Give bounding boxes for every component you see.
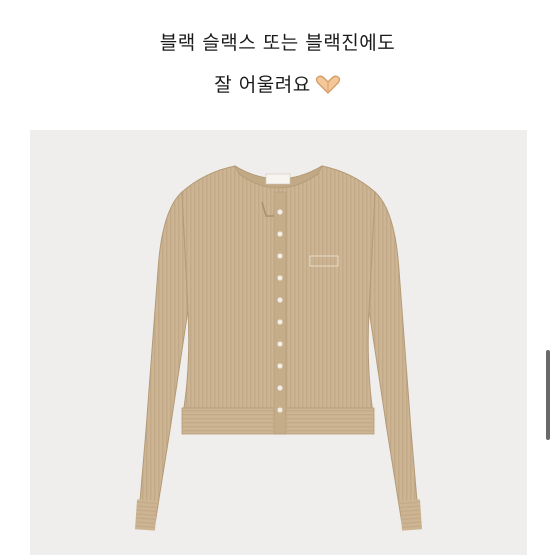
caption-line-2-text: 잘 어울려요 — [214, 74, 311, 96]
caption-line-1: 블랙 슬랙스 또는 블랙진에도 — [159, 32, 396, 54]
vertical-scrollbar[interactable] — [546, 350, 550, 440]
product-photo[interactable] — [30, 130, 527, 555]
cardigan-illustration — [134, 164, 423, 531]
heart-hands-icon — [315, 74, 341, 99]
right-cuff — [399, 499, 423, 531]
left-cuff — [134, 499, 158, 531]
right-sleeve — [368, 190, 420, 531]
caption-line-2: 잘 어울려요 — [0, 70, 555, 99]
placket — [273, 191, 287, 435]
inner-label — [265, 173, 291, 185]
left-sleeve — [137, 190, 189, 531]
